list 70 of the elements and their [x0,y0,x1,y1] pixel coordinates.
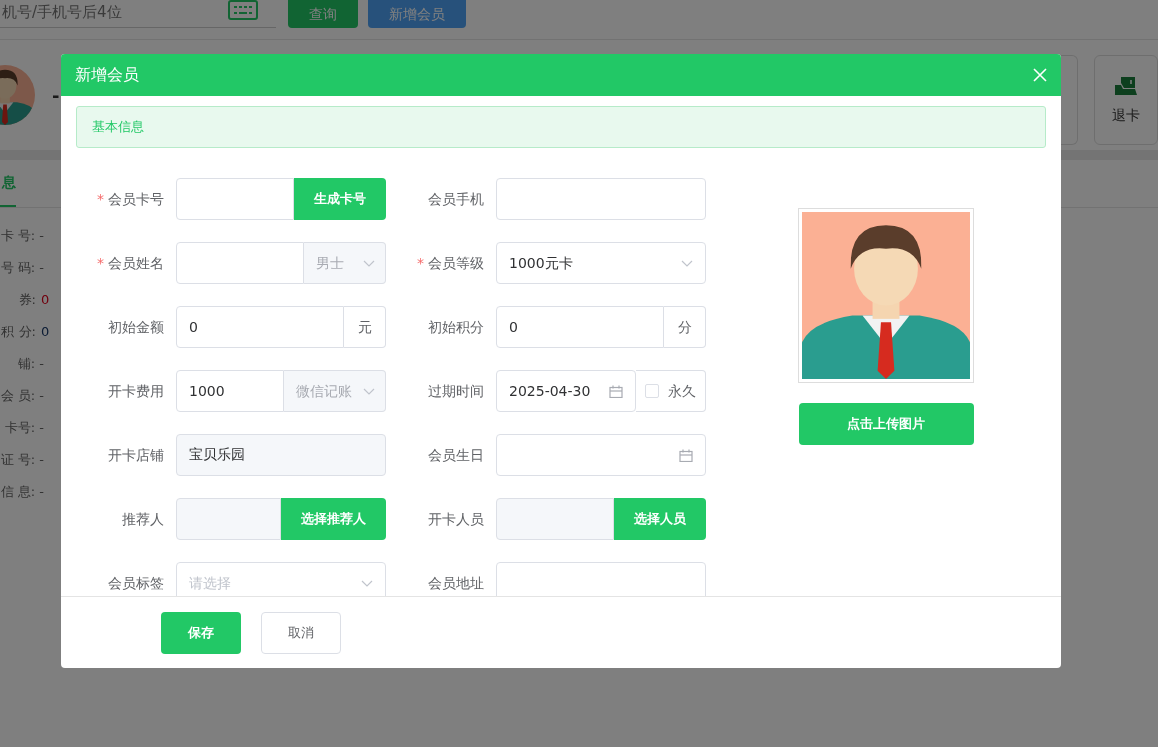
unit-label: 分 [664,306,706,348]
input-field[interactable]: 1000 [176,370,284,412]
field-label: 过期时间 [427,381,484,401]
keyboard-icon[interactable] [228,0,258,20]
select-field[interactable]: 请选择 [176,562,386,596]
field-label: 会员地址 [427,573,484,593]
input-field[interactable] [496,498,614,540]
chevron-down-icon [361,579,373,587]
field-label: 会员卡号 [108,190,164,207]
chevron-down-icon [363,387,375,395]
date-field[interactable]: 2025-04-30 [496,370,636,412]
info-text: 会 员: - [0,387,44,406]
info-text: 证 号: - [0,451,44,470]
tab[interactable]: 息 [0,162,16,207]
info-text: 积 分: 0 [0,323,50,342]
save-button[interactable]: 保存 [161,611,241,654]
field-label: 开卡人员 [427,509,484,529]
dialog-title: 新增会员 [75,64,139,86]
field-label: 会员手机 [427,189,484,209]
card-icon [1113,74,1139,97]
input-field[interactable] [496,562,706,596]
select-field[interactable]: 男士 [304,242,386,284]
chevron-down-icon [363,259,375,267]
required-mark: * [97,254,104,271]
calendar-icon[interactable] [679,448,693,462]
required-mark: * [417,254,424,271]
info-text: 卡 号: - [0,227,44,246]
close-button[interactable] [1033,68,1047,82]
select-field[interactable]: 1000元卡 [496,242,706,284]
field-label: 推荐人 [121,509,164,529]
input-field[interactable]: 0 [176,306,344,348]
info-text: 号 码: - [0,259,44,278]
select-field[interactable]: 微信记账 [284,370,386,412]
field-label: 开卡店铺 [107,445,164,465]
upload-button[interactable]: 点击上传图片 [798,403,974,445]
cancel-button[interactable]: 取消 [261,611,341,654]
button[interactable]: 选择推荐人 [281,498,386,540]
info-text: 铺: - [16,355,44,374]
input-field[interactable] [176,242,304,284]
button[interactable]: 生成卡号 [294,178,386,220]
info-text: 卡号: - [3,419,44,438]
input-field[interactable]: 宝贝乐园 [176,434,386,476]
field-label: 会员姓名 [108,254,164,271]
date-field[interactable] [496,434,706,476]
section-header: 基本信息 [76,106,1046,148]
input-field[interactable] [176,498,281,540]
required-mark: * [97,190,104,207]
input-field[interactable]: 0 [496,306,664,348]
calendar-icon[interactable] [609,384,623,398]
button[interactable]: 新增会员 [368,0,466,28]
button[interactable]: 选择人员 [614,498,706,540]
field-label: 初始金额 [107,317,164,337]
member-name: - [52,83,60,108]
input-field[interactable] [496,178,706,220]
search-field[interactable]: 机号/手机号后4位 [0,0,276,28]
refund-card-button[interactable]: 退卡 [1094,55,1158,145]
info-text: 信 息: - [0,483,44,502]
button[interactable]: 查询 [288,0,358,28]
close-icon [1033,68,1047,82]
field-label: 会员等级 [428,254,484,271]
unit-label: 元 [344,306,386,348]
field-label: 会员生日 [427,445,484,465]
info-text: 券: 0 [17,291,50,310]
checkbox[interactable] [645,384,659,398]
input-field[interactable] [176,178,294,220]
chevron-down-icon [681,259,693,267]
field-label: 初始积分 [427,317,484,337]
checkbox-label[interactable]: 永久 [668,380,696,402]
field-label: 开卡费用 [107,381,164,401]
field-label: 会员标签 [107,573,164,593]
